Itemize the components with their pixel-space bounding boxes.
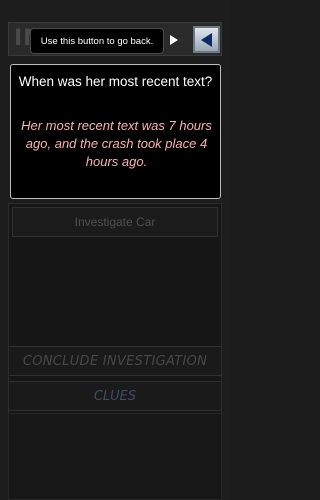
investigate-car-button[interactable]: Investigate Car [12, 207, 218, 237]
app-screen: IN Use this button to go back. When was … [0, 0, 230, 500]
clues-button[interactable]: CLUES [8, 381, 222, 411]
tooltip: Use this button to go back. [30, 28, 164, 54]
back-button[interactable] [193, 26, 220, 53]
bottom-area [8, 413, 222, 500]
question-card: When was her most recent text? Her most … [10, 64, 221, 199]
right-triangle-icon [170, 35, 178, 45]
question-text: When was her most recent text? [18, 74, 213, 89]
conclude-investigation-button[interactable]: CONCLUDE INVESTIGATION [8, 346, 222, 376]
left-triangle-icon [200, 32, 212, 47]
answer-text: Her most recent text was 7 hours ago, an… [21, 118, 212, 169]
